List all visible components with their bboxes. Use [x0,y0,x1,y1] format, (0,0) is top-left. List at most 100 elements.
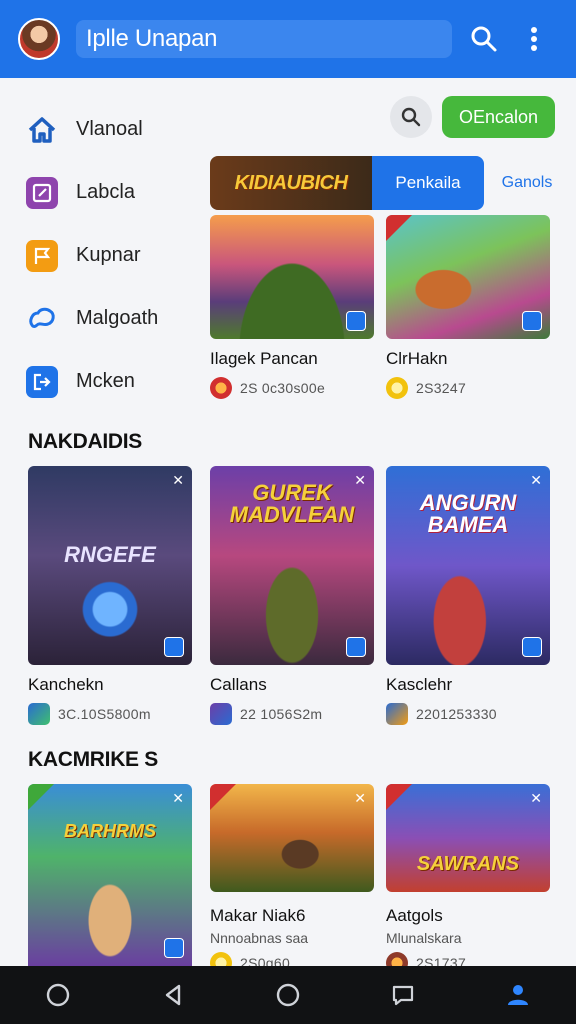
game-thumbnail: RNGEFE ✕ [28,466,192,665]
game-logo-icon [386,952,408,966]
close-icon[interactable]: ✕ [530,790,542,807]
close-icon[interactable]: ✕ [530,472,542,489]
home-nav-icon[interactable] [268,975,308,1015]
card-title: ClrHakn [386,349,448,368]
profile-icon[interactable] [498,975,538,1015]
card-meta-text: 2S3247 [416,380,467,396]
game-art-title: BARHRMS [64,821,156,841]
close-icon[interactable]: ✕ [172,472,184,489]
sidebar-item-label: Malgoath [76,307,159,329]
card-meta-text: 2201253330 [416,706,497,722]
home-icon [26,114,58,146]
game-thumbnail: ✕ [210,784,374,892]
action-button[interactable]: OEncalon [442,96,555,138]
main-content: Vlanoal Labcla Kupnar Malgoath Mcken OEn… [0,78,576,966]
card-meta-text: 2S 0c30s00e [240,380,326,396]
card-meta: 2S 0c30s00e [210,377,374,399]
coin-icon [210,952,232,966]
sidebar-item-vlanoal[interactable]: Vlanoal [26,98,206,161]
game-thumbnail: ANGURN BAMEA ✕ [386,466,550,665]
card-title: Kanchekn [28,675,104,694]
card-title: Makar Niak6 [210,906,306,925]
game-art-title: RNGEFE [64,542,156,567]
controller-icon [26,303,58,335]
search-icon[interactable] [466,21,502,57]
top-app-bar: Iplle Unapan [0,0,576,78]
card-meta: 2S1737 [386,952,550,966]
card-title: Kasclehr [386,675,453,694]
platform-badge [346,311,366,331]
card-meta: 3C.10S5800m [28,703,192,725]
close-icon[interactable]: ✕ [172,790,184,807]
platform-badge [346,637,366,657]
card-title: Aatgols [386,906,443,925]
card-meta-text: 3C.10S5800m [58,706,151,722]
back-icon[interactable] [153,975,193,1015]
card-meta: 22 1056S2m [210,703,374,725]
close-icon[interactable]: ✕ [354,790,366,807]
sidebar-item-label: Labcla [76,181,135,203]
more-vert-icon[interactable] [516,21,552,57]
game-card[interactable]: ClrHakn 2S3247 [386,215,550,399]
tab-bar: KIDIAUBICH Penkaila Ganols [210,156,556,210]
exit-icon [26,365,58,398]
platform-badge [164,637,184,657]
coin-icon [386,377,408,399]
avatar[interactable] [18,18,60,60]
section-heading: NAKDAIDIS [28,430,142,453]
platform-badge [522,311,542,331]
game-logo-icon [210,377,232,399]
card-meta: 2201253330 [386,703,550,725]
card-subtitle: Nnnoabnas saa [210,930,309,946]
section-heading: KACMRIKE S [28,748,159,771]
game-card[interactable]: GUREK MADVLEAN ✕ Callans 22 1056S2m [210,466,374,725]
sidebar: Vlanoal Labcla Kupnar Malgoath Mcken [26,98,206,413]
game-card[interactable]: BARHRMS ✕ [28,784,192,966]
circle-nav-icon[interactable] [38,975,78,1015]
app-title: Iplle Unapan [76,20,452,58]
game-logo-icon [386,703,408,725]
sidebar-item-label: Mcken [76,370,135,392]
sidebar-item-mcken[interactable]: Mcken [26,350,206,413]
platform-badge [522,637,542,657]
card-meta-text: 2S1737 [416,955,467,966]
game-card[interactable]: Ilagek Pancan 2S 0c30s00e [210,215,374,399]
sidebar-item-label: Kupnar [76,244,141,266]
system-nav-bar [0,966,576,1024]
card-meta: 2S3247 [386,377,550,399]
card-title: Callans [210,675,267,694]
card-meta: 2S0g60 [210,952,374,966]
game-logo-icon [210,703,232,725]
game-card[interactable]: ANGURN BAMEA ✕ Kasclehr 2201253330 [386,466,550,725]
game-card[interactable]: SAWRANS ✕ Aatgols Mlunalskara 2S1737 [386,784,550,966]
game-art-title: SAWRANS [416,853,520,875]
sidebar-item-label: Vlanoal [76,118,143,140]
tab-other[interactable]: Ganols [492,156,562,210]
game-art-title: GUREK MADVLEAN [229,480,355,527]
game-art-title: ANGURN BAMEA [419,490,517,537]
flag-icon [26,239,58,272]
game-thumbnail: GUREK MADVLEAN ✕ [210,466,374,665]
game-thumbnail [210,215,374,339]
platform-badge [164,938,184,958]
close-icon[interactable]: ✕ [354,472,366,489]
card-subtitle: Mlunalskara [386,930,462,946]
game-logo-icon [28,703,50,725]
tab-active[interactable]: Penkaila [372,156,484,210]
edit-icon [26,176,58,209]
game-thumbnail: BARHRMS ✕ [28,784,192,966]
game-card[interactable]: RNGEFE ✕ Kanchekn 3C.10S5800m [28,466,192,725]
sidebar-item-malgoath[interactable]: Malgoath [26,287,206,350]
chat-icon[interactable] [383,975,423,1015]
card-meta-text: 2S0g60 [240,955,291,966]
sidebar-item-labcla[interactable]: Labcla [26,161,206,224]
card-title: Ilagek Pancan [210,349,318,368]
search-icon [401,107,421,127]
game-thumbnail: SAWRANS ✕ [386,784,550,892]
tab-banner[interactable]: KIDIAUBICH [210,156,372,210]
game-thumbnail [386,215,550,339]
search-button[interactable] [390,96,432,138]
game-card[interactable]: ✕ Makar Niak6 Nnnoabnas saa 2S0g60 [210,784,374,966]
card-meta-text: 22 1056S2m [240,706,323,722]
sidebar-item-kupnar[interactable]: Kupnar [26,224,206,287]
